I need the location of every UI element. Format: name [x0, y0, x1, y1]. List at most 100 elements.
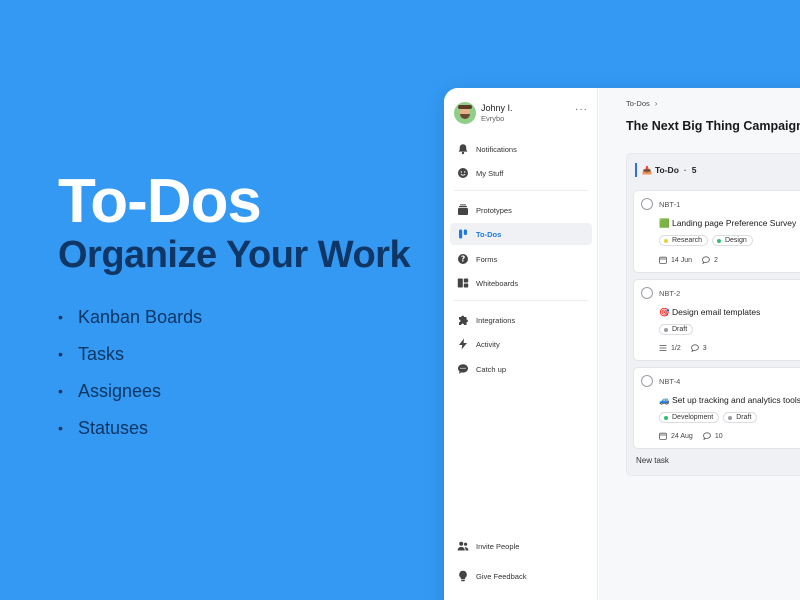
task-checkbox[interactable]	[641, 198, 653, 210]
comment-count-text: 3	[702, 344, 707, 352]
bullet: •	[58, 309, 63, 325]
task-card[interactable]: NBT-4 ︽ 🚙 Set up tracking and analytics …	[633, 367, 800, 449]
sidebar-item-whiteboards[interactable]: Whiteboards	[450, 272, 592, 294]
task-id: NBT-1	[659, 200, 681, 209]
comment-icon	[702, 256, 710, 264]
sidebar-item-label: Whiteboards	[476, 278, 519, 288]
sidebar-item-label: Activity	[476, 339, 500, 349]
tag-dot	[664, 327, 668, 332]
task-title-text: Design email templates	[671, 307, 761, 317]
tag-label: Draft	[736, 414, 752, 421]
tag-label: Development	[672, 414, 714, 421]
hero-subtitle: Organize Your Work	[58, 234, 411, 276]
question-icon: ?	[457, 253, 469, 265]
task-title: 🟩 Landing page Preference Survey	[659, 218, 796, 229]
bolt-icon	[457, 338, 469, 350]
task-meta: 1/2 3	[659, 344, 717, 352]
user-org: Evrybo	[481, 114, 505, 123]
feature-item: • Assignees	[58, 378, 202, 415]
sidebar-item-todos[interactable]: To-Dos	[450, 223, 592, 245]
task-title: 🎯 Design email templates	[659, 307, 760, 318]
due-date: 24 Aug	[659, 432, 693, 440]
more-options-icon[interactable]: ···	[575, 104, 588, 115]
sidebar-item-label: Catch up	[476, 364, 507, 374]
task-emoji: 🚙	[659, 395, 670, 405]
column-separator: ·	[683, 165, 687, 175]
task-title-text: Landing page Preference Survey	[671, 218, 797, 228]
breadcrumb: To-Dos ›	[626, 99, 657, 108]
smiley-icon	[457, 167, 469, 179]
sidebar-item-catch-up[interactable]: Catch up	[450, 358, 592, 380]
tag-dot	[716, 238, 721, 243]
tag-dot	[664, 238, 668, 243]
main-content: To-Dos › The Next Big Thing Campaign 📥 T…	[599, 88, 800, 600]
comment-count-text: 10	[714, 432, 723, 440]
tag-dot	[728, 415, 733, 420]
tag-label: Research	[672, 237, 702, 244]
sidebar-item-my-stuff[interactable]: My Stuff	[450, 162, 592, 184]
new-task-button[interactable]: New task	[636, 456, 669, 465]
bullet: •	[58, 383, 63, 399]
feature-label: Kanban Boards	[78, 307, 203, 327]
feature-label: Tasks	[78, 344, 125, 364]
sidebar-item-notifications[interactable]: Notifications	[450, 138, 592, 160]
sidebar-item-invite-people[interactable]: Invite People	[450, 535, 592, 557]
task-title: 🚙 Set up tracking and analytics tools	[659, 395, 800, 406]
sidebar: Johny I. Evrybo ··· Notifications My Stu…	[444, 88, 598, 600]
bullet: •	[58, 346, 63, 362]
user-profile[interactable]: Johny I. Evrybo ···	[454, 102, 588, 126]
task-title-text: Set up tracking and analytics tools	[671, 395, 800, 405]
tag[interactable]: Research	[659, 235, 708, 246]
task-card[interactable]: NBT-2 = 🎯 Design email templates Draft 1…	[633, 279, 800, 361]
chevron-right-icon: ›	[654, 99, 658, 108]
sidebar-item-label: Invite People	[476, 541, 520, 551]
column-header: 📥 To-Do · 5	[635, 163, 696, 177]
task-checkbox[interactable]	[641, 287, 653, 299]
kanban-column-todo: 📥 To-Do · 5 NBT-1 ︽ 🟩 Landing page Prefe…	[626, 153, 800, 476]
tag-label: Design	[724, 237, 747, 244]
task-card[interactable]: NBT-1 ︽ 🟩 Landing page Preference Survey…	[633, 190, 800, 273]
task-id: NBT-2	[659, 289, 681, 298]
checklist-icon	[659, 345, 667, 351]
task-emoji: 🟩	[659, 218, 670, 228]
comment-count[interactable]: 2	[702, 256, 718, 264]
comment-count[interactable]: 10	[703, 432, 723, 440]
tag-dot	[664, 415, 668, 420]
comment-count[interactable]: 3	[690, 344, 707, 352]
feature-label: Statuses	[78, 418, 149, 438]
column-accent-bar	[635, 163, 637, 177]
tag-list: Research Design	[659, 235, 753, 246]
chat-icon	[457, 363, 469, 375]
task-meta: 14 Jun 2	[659, 256, 728, 264]
whiteboard-icon	[457, 277, 469, 289]
sidebar-item-give-feedback[interactable]: Give Feedback	[450, 565, 592, 587]
tag[interactable]: Design	[711, 235, 753, 246]
calendar-icon	[659, 432, 667, 440]
puzzle-icon	[457, 314, 469, 326]
app-window: Johny I. Evrybo ··· Notifications My Stu…	[444, 88, 800, 600]
bullet: •	[58, 420, 63, 436]
task-meta: 24 Aug 10	[659, 432, 733, 440]
tag[interactable]: Draft	[723, 412, 758, 423]
due-date-text: 14 Jun	[671, 256, 693, 264]
subtasks[interactable]: 1/2	[659, 344, 681, 352]
hero-title: To-Dos	[58, 167, 262, 236]
sidebar-item-activity[interactable]: Activity	[450, 333, 592, 355]
due-date-text: 24 Aug	[671, 432, 693, 440]
sidebar-item-integrations[interactable]: Integrations	[450, 309, 592, 331]
tag[interactable]: Development	[659, 412, 720, 423]
tag-list: Draft	[659, 324, 694, 335]
task-id: NBT-4	[659, 377, 681, 386]
breadcrumb-link[interactable]: To-Dos	[626, 99, 650, 108]
feature-item: • Kanban Boards	[58, 304, 202, 341]
tag[interactable]: Draft	[659, 324, 694, 335]
sidebar-item-label: Forms	[476, 254, 498, 264]
sidebar-item-prototypes[interactable]: Prototypes	[450, 199, 592, 221]
sidebar-item-label: Give Feedback	[476, 571, 527, 581]
task-checkbox[interactable]	[641, 375, 653, 387]
task-emoji: 🎯	[659, 307, 670, 317]
sidebar-item-label: Integrations	[476, 315, 516, 325]
sidebar-item-forms[interactable]: ? Forms	[450, 248, 592, 270]
sidebar-item-label: My Stuff	[476, 168, 504, 178]
inbox-icon: 📥	[642, 165, 652, 175]
